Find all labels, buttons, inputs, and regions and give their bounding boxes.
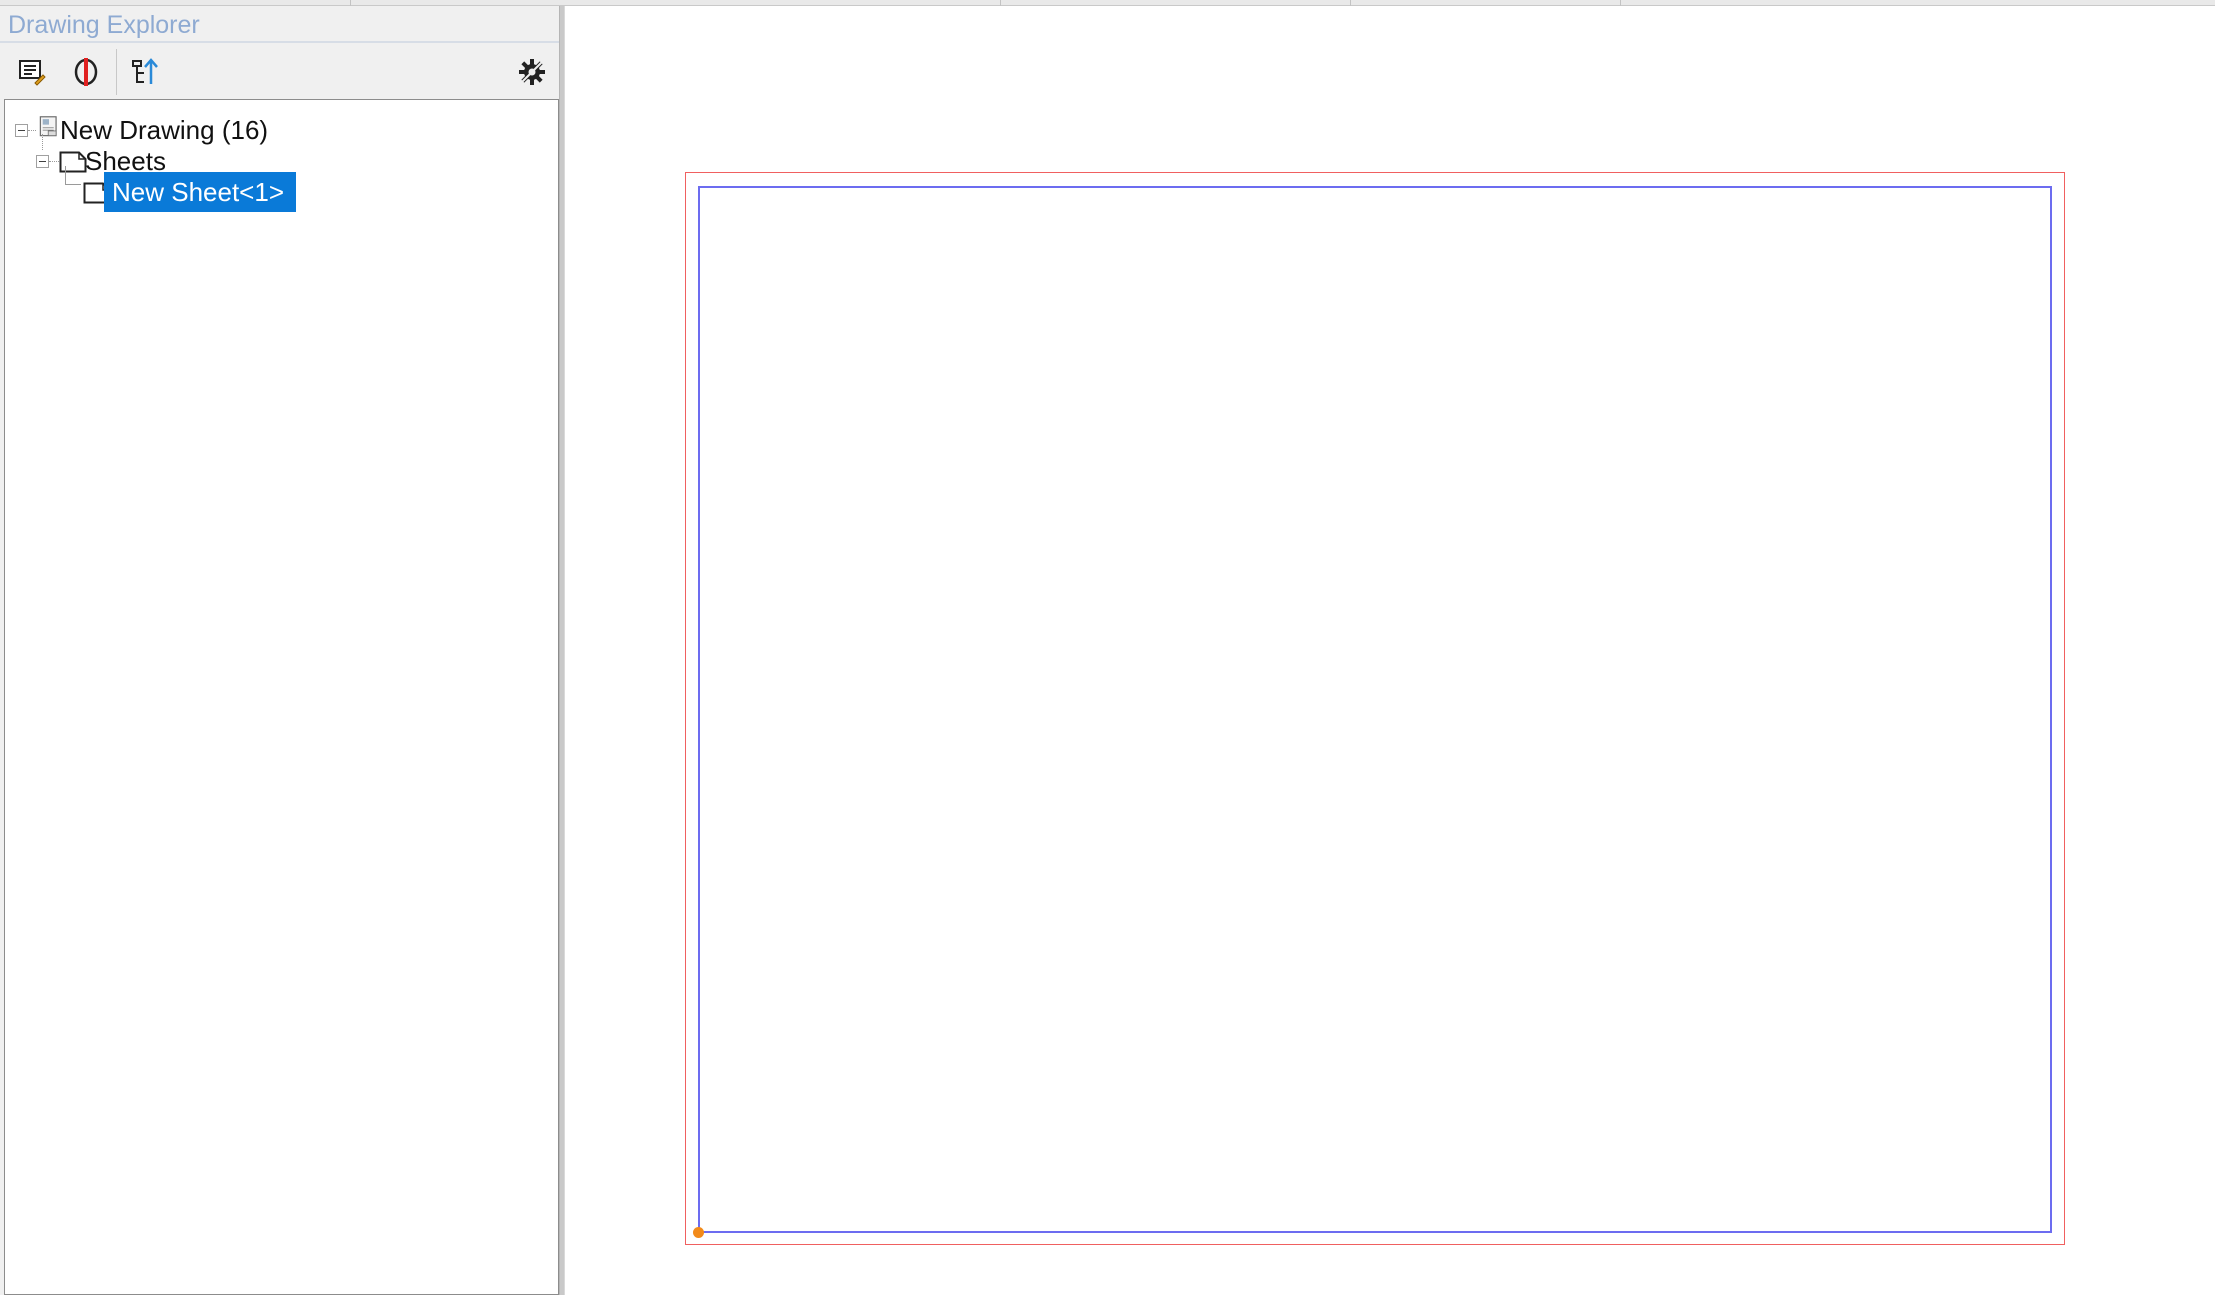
settings-button[interactable] xyxy=(512,53,552,91)
sheet-inner-border xyxy=(698,186,2052,1233)
properties-list-icon xyxy=(19,60,46,86)
sheet-icon xyxy=(59,151,87,173)
red-section-icon xyxy=(74,58,98,86)
tree-node-sheet[interactable]: New Sheet<1> xyxy=(5,172,556,212)
drawing-icon xyxy=(39,116,57,137)
gear-icon xyxy=(519,59,545,85)
collapse-toggle[interactable] xyxy=(15,124,28,137)
drawing-tree-view: New Drawing (16) Sheets New Sheet<1> xyxy=(4,99,559,1295)
toolbar-separator xyxy=(116,49,117,95)
panel-title: Drawing Explorer xyxy=(8,11,200,39)
origin-marker xyxy=(693,1227,704,1238)
drawing-canvas[interactable] xyxy=(565,6,2215,1295)
panel-title-bar: Drawing Explorer xyxy=(0,6,563,43)
collapse-toggle[interactable] xyxy=(36,155,49,168)
explorer-toolbar xyxy=(0,43,563,99)
tree-connector xyxy=(49,161,59,162)
drawing-app-window: Drawing Explorer New Drawing (16) Sheets… xyxy=(0,0,2215,1295)
tree-structure-button[interactable] xyxy=(126,53,166,91)
section-button[interactable] xyxy=(66,53,106,91)
properties-button[interactable] xyxy=(12,53,52,91)
tree-node-sheet-label[interactable]: New Sheet<1> xyxy=(104,172,297,212)
tree-structure-icon xyxy=(132,58,158,84)
drawing-explorer-panel: Drawing Explorer New Drawing (16) Sheets… xyxy=(0,6,563,1295)
